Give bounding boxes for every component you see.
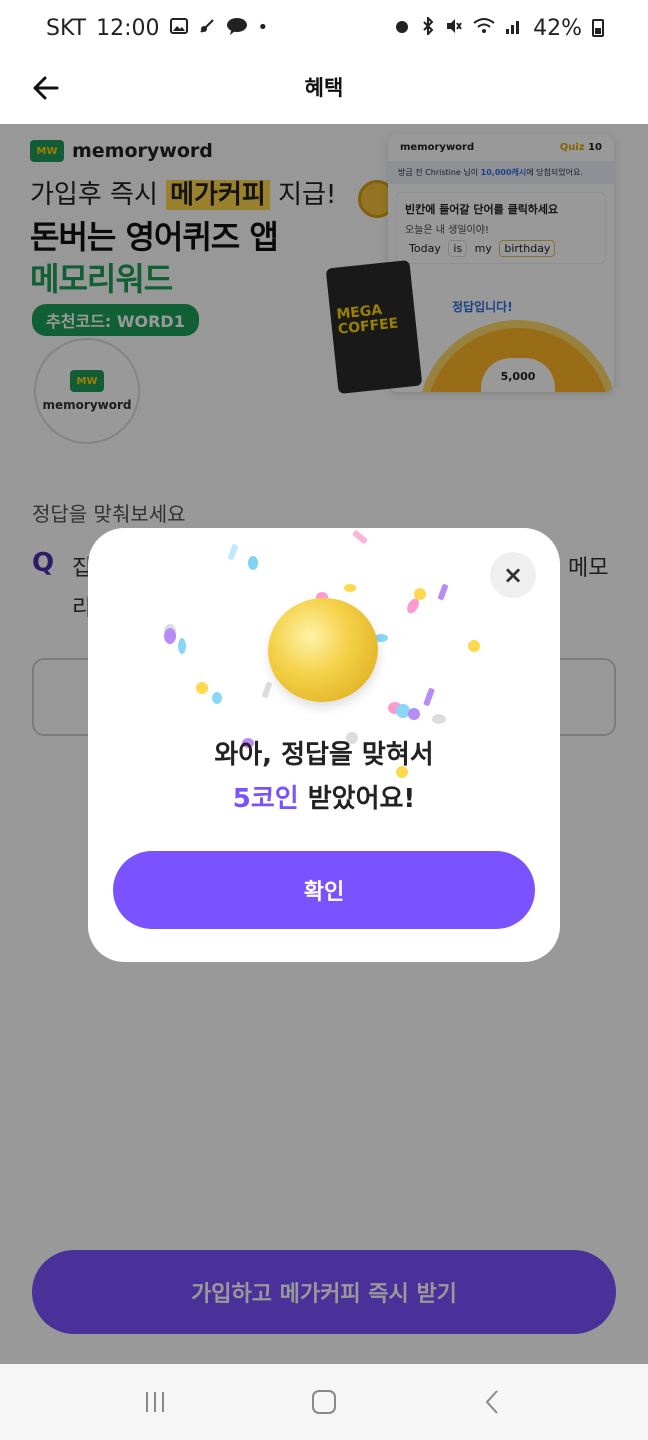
confetti-icon [212,692,222,704]
confetti-icon [178,638,186,654]
coin-icon [261,590,385,710]
modal-message-suffix: 받았어요! [298,784,416,814]
system-nav-bar [0,1364,648,1440]
confetti-icon [432,714,446,724]
carrier-label: SKT [46,15,87,41]
confetti-icon [414,588,426,600]
time-label: 12:00 [96,15,160,41]
confetti-icon [423,687,435,707]
confetti-icon [227,543,239,561]
page-title: 혜택 [304,76,344,100]
status-left: SKT 12:00 • [46,16,268,41]
chevron-left-icon [485,1390,499,1414]
close-icon: × [502,561,524,589]
coin-amount: 5코인 [232,784,299,814]
wifi-icon [473,17,495,39]
modal-message-line1: 와아, 정답을 맞혀서 [214,740,434,770]
dot-icon: • [257,17,269,38]
confetti-icon [437,583,449,601]
confirm-button[interactable]: 확인 [113,851,535,929]
confetti-icon [261,681,273,699]
recent-apps-icon [145,1392,164,1412]
reward-modal: × 와아, 정답을 맞혀서 5코인 받았어요! 확인 [88,528,560,962]
signal-icon [505,17,523,39]
app-bar: 혜택 [0,56,648,124]
back-nav-button[interactable] [463,1372,523,1432]
home-icon [311,1390,336,1414]
confetti-icon [468,640,480,652]
talk-icon [226,17,248,39]
confetti-icon [344,584,356,592]
confetti-icon [351,529,369,545]
home-button[interactable] [294,1372,354,1432]
recent-apps-button[interactable] [125,1372,185,1432]
alarm-icon [393,17,411,39]
close-button[interactable]: × [490,552,536,598]
vibrate-off-icon [445,17,463,39]
confetti-icon [196,682,208,694]
status-right: 42% [393,16,604,41]
status-bar: SKT 12:00 • 42% [0,0,648,56]
confetti-icon [164,628,176,644]
confetti-icon [408,708,420,720]
mute-icon [198,17,216,39]
battery-percent: 42% [533,15,582,41]
modal-message-line2: 5코인 받았어요! [88,778,560,815]
battery-icon [592,19,604,37]
bluetooth-icon [421,15,435,39]
gallery-icon [169,17,188,39]
confetti-icon [248,556,258,570]
